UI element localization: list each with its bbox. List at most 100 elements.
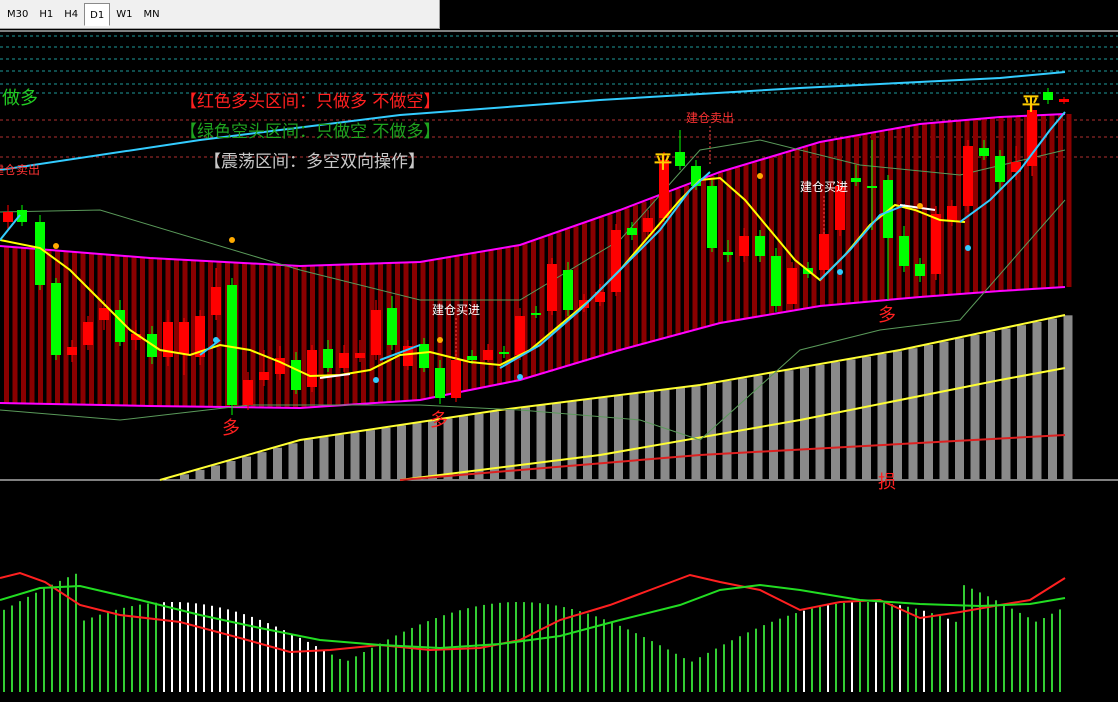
chart-canvas[interactable]: 【红色多头区间：只做多 不做空】 【绿色空头区间：只做空 不做多】 【震荡区间：… [0,0,1118,702]
zone-stripe [1015,116,1021,291]
candle-body [467,356,477,360]
zone-stripe [63,251,69,405]
support-bar [722,381,732,480]
support-bar [459,416,468,480]
support-bar [939,341,949,480]
support-bar [955,338,964,480]
candle-body [435,368,445,398]
candle-body [99,308,109,320]
support-bar [1048,318,1057,480]
zone-stripe [352,264,358,405]
long-entry-label-1: 建仓买进 [432,303,480,317]
signal-dot [917,203,923,209]
support-bar [350,432,360,480]
support-bar [1032,321,1042,480]
zone-stripe [539,238,545,375]
support-bar [893,351,902,480]
support-bar [567,401,577,480]
zone-stripe [327,265,332,407]
zone-stripe [1007,116,1012,291]
zone-stripe [148,257,154,406]
zone-stripe [1066,114,1072,287]
support-bar [381,427,391,480]
range-zone-legend: 【震荡区间：多空双向操作】 [204,152,425,172]
zone-stripe [718,172,723,324]
support-bar [831,362,840,480]
candle-body [915,264,925,276]
long-mark-1: 多 [222,418,240,439]
signal-dot [837,269,843,275]
zone-stripe [208,261,213,407]
support-bar [769,372,778,480]
zone-stripe [514,246,519,382]
zone-stripe [854,135,859,303]
trend-label: 做多 [2,88,38,109]
zone-stripe [998,117,1004,292]
candle-body [451,360,461,398]
candle-body [675,152,685,166]
support-bar [552,403,561,480]
zone-stripe [46,249,52,404]
zone-stripe [582,223,587,362]
zone-stripe [573,226,579,364]
zone-stripe [905,126,910,299]
zone-stripe [828,140,834,306]
zone-stripe [97,253,103,405]
zone-stripe [420,261,426,400]
candle-body [259,372,269,380]
stop-line [399,434,1066,481]
short-entry-label-1: 建仓卖出 [0,163,40,177]
zone-stripe [446,257,451,395]
support-bar [1017,325,1026,480]
support-bar [226,461,236,480]
signal-dot [437,337,443,343]
support-bar [366,430,375,480]
candle-body [515,316,525,355]
zone-stripe [726,170,732,322]
candle-body [627,228,637,235]
zone-stripe [990,117,995,292]
support-bar [846,359,856,480]
zone-stripe [701,179,706,329]
zone-stripe [259,263,264,408]
candle-body [179,322,189,354]
candle-body [851,178,861,182]
short-entry-label-2: 建仓卖出 [686,111,734,125]
support-bar [908,348,918,480]
support-bar [986,331,995,480]
zone-stripe [344,264,349,406]
candle-body [979,148,989,156]
zone-stripe [335,264,341,406]
candle-body [339,353,349,368]
candle-body [547,264,557,311]
support-bar [691,386,701,480]
candle-body [771,256,781,306]
candle-body [531,313,541,315]
signal-dot [757,173,763,179]
zone-stripe [675,188,681,336]
zone-stripe [862,134,868,303]
support-bar [273,447,282,480]
oscillator-pane[interactable] [0,571,1066,692]
support-bar [335,434,344,480]
candle-body [419,344,429,368]
zone-stripe [267,264,273,408]
support-bar [242,456,251,480]
zone-stripe [973,119,978,294]
zone-stripe [140,257,145,406]
candle-body [611,230,621,292]
support-bar [1001,328,1011,480]
support-bar [660,389,670,480]
zone-stripe [480,251,485,388]
zone-stripe [318,265,324,407]
support-bar [784,370,794,480]
support-bar [583,399,592,480]
support-bar [800,367,809,480]
zone-stripe [106,254,111,406]
zone-stripe [488,250,494,387]
zone-stripe [531,241,536,377]
signal-dot [373,377,379,383]
long-mark-3: 多 [878,305,896,326]
candle-body [787,268,797,304]
red-zone-legend: 【红色多头区间：只做多 不做空】 [180,92,440,112]
